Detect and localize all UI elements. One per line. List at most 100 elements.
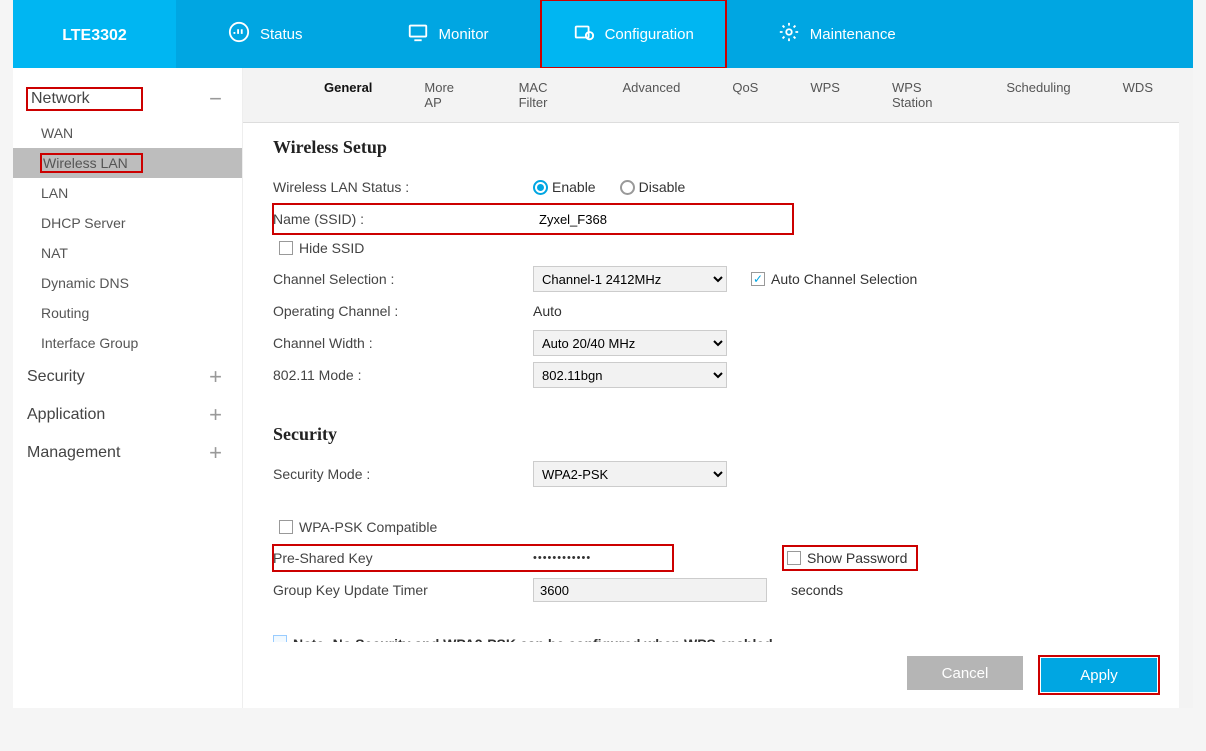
checkbox-box (751, 272, 765, 286)
op-channel-label: Operating Channel : (273, 303, 533, 319)
tab-status[interactable]: Status (176, 0, 355, 68)
main-area: Network − WAN Wireless LAN LAN DHCP Serv… (13, 68, 1193, 708)
footer-bar: Cancel Apply (243, 642, 1179, 708)
sidebar-item-lan[interactable]: LAN (13, 178, 242, 208)
gkt-input[interactable] (533, 578, 767, 602)
expand-icon: + (209, 364, 222, 390)
sidebar-security-label: Security (27, 368, 85, 386)
sidebar-management-label: Management (27, 444, 120, 462)
sidebar-group-application[interactable]: Application + (13, 396, 242, 434)
sidebar-item-wan[interactable]: WAN (13, 118, 242, 148)
gear-icon (778, 21, 800, 47)
top-tabs: Status Monitor Configuration Maintenance (176, 0, 1193, 68)
sidebar-item-ifgroup[interactable]: Interface Group (13, 328, 242, 358)
row-security-mode: Security Mode : WPA2-PSK (273, 459, 1149, 489)
mode-label: 802.11 Mode : (273, 367, 533, 383)
checkbox-box (787, 551, 801, 565)
expand-icon: + (209, 402, 222, 428)
sidebar-item-routing[interactable]: Routing (13, 298, 242, 328)
wireless-setup-heading: Wireless Setup (273, 137, 1149, 158)
psk-label: Pre-Shared Key (273, 550, 533, 566)
security-mode-select[interactable]: WPA2-PSK (533, 461, 727, 487)
wpa-compat-label: WPA-PSK Compatible (299, 519, 437, 535)
gkt-label: Group Key Update Timer (273, 582, 533, 598)
show-password-label: Show Password (807, 550, 907, 566)
row-psk: Pre-Shared Key •••••••••••• Show Passwor… (273, 543, 1149, 573)
hide-ssid-label: Hide SSID (299, 240, 364, 256)
row-group-key: Group Key Update Timer seconds (273, 575, 1149, 605)
tab-configuration-label: Configuration (605, 26, 694, 43)
subtab-wds[interactable]: WDS (1097, 68, 1179, 122)
sidebar-group-network[interactable]: Network − (13, 80, 242, 118)
apply-button[interactable]: Apply (1041, 658, 1157, 692)
channel-width-label: Channel Width : (273, 335, 533, 351)
tab-status-label: Status (260, 26, 303, 43)
auto-channel-checkbox[interactable]: Auto Channel Selection (751, 271, 917, 287)
sidebar-item-nat[interactable]: NAT (13, 238, 242, 268)
subtab-moreap[interactable]: More AP (398, 68, 492, 122)
ssid-label: Name (SSID) : (273, 211, 533, 227)
row-channel-selection: Channel Selection : Channel-1 2412MHz Au… (273, 264, 1149, 294)
sidebar-wireless-lan-label: Wireless LAN (41, 154, 142, 172)
radio-circ (620, 180, 635, 195)
cancel-button[interactable]: Cancel (907, 656, 1023, 690)
row-80211-mode: 802.11 Mode : 802.11bgn (273, 360, 1149, 390)
checkbox-box (279, 520, 293, 534)
enable-label: Enable (552, 179, 596, 195)
wlan-status-label: Wireless LAN Status : (273, 179, 533, 195)
disable-label: Disable (639, 179, 686, 195)
tab-configuration[interactable]: Configuration (541, 0, 726, 68)
expand-icon: + (209, 440, 222, 466)
subtab-qos[interactable]: QoS (706, 68, 784, 122)
tab-monitor[interactable]: Monitor (355, 0, 541, 68)
sidebar-application-label: Application (27, 406, 105, 424)
sub-tabs: General More AP MAC Filter Advanced QoS … (243, 68, 1179, 123)
monitor-icon (407, 21, 429, 47)
security-heading: Security (273, 424, 1149, 445)
collapse-icon: − (209, 86, 222, 112)
channel-select[interactable]: Channel-1 2412MHz (533, 266, 727, 292)
top-nav: LTE3302 Status Monitor Configuration (13, 0, 1193, 68)
row-ssid: Name (SSID) : (273, 204, 793, 234)
ssid-input[interactable] (533, 207, 773, 231)
subtab-scheduling[interactable]: Scheduling (980, 68, 1096, 122)
gkt-unit: seconds (791, 582, 843, 598)
app-window: LTE3302 Status Monitor Configuration (13, 0, 1193, 708)
content-wrap: General More AP MAC Filter Advanced QoS … (243, 68, 1193, 708)
status-icon (228, 21, 250, 47)
channel-sel-label: Channel Selection : (273, 271, 533, 287)
subtab-wps[interactable]: WPS (784, 68, 866, 122)
sidebar-group-security[interactable]: Security + (13, 358, 242, 396)
security-mode-label: Security Mode : (273, 466, 533, 482)
content: Wireless Setup Wireless LAN Status : Ena… (243, 123, 1179, 683)
wpa-compat-checkbox[interactable]: WPA-PSK Compatible (279, 519, 437, 535)
subtab-advanced[interactable]: Advanced (597, 68, 707, 122)
tab-maintenance-label: Maintenance (810, 26, 896, 43)
radio-enable[interactable]: Enable (533, 179, 596, 195)
sidebar-item-dhcp[interactable]: DHCP Server (13, 208, 242, 238)
checkbox-box (279, 241, 293, 255)
show-password-checkbox[interactable]: Show Password (783, 546, 917, 570)
mode-select[interactable]: 802.11bgn (533, 362, 727, 388)
psk-value: •••••••••••• (533, 552, 591, 564)
hide-ssid-checkbox[interactable]: Hide SSID (279, 240, 364, 256)
radio-circ (533, 180, 548, 195)
sidebar-group-management[interactable]: Management + (13, 434, 242, 472)
sidebar-item-ddns[interactable]: Dynamic DNS (13, 268, 242, 298)
tab-monitor-label: Monitor (439, 26, 489, 43)
subtab-macfilter[interactable]: MAC Filter (493, 68, 597, 122)
sidebar-item-wireless-lan[interactable]: Wireless LAN (13, 148, 242, 178)
radio-disable[interactable]: Disable (620, 179, 686, 195)
auto-channel-label: Auto Channel Selection (771, 271, 917, 287)
row-wpa-compat: WPA-PSK Compatible (273, 515, 1149, 541)
row-hide-ssid: Hide SSID (273, 236, 1149, 262)
configuration-icon (573, 21, 595, 47)
tab-maintenance[interactable]: Maintenance (726, 0, 948, 68)
sidebar-network-label: Network (27, 88, 142, 110)
subtab-wpsstation[interactable]: WPS Station (866, 68, 980, 122)
row-channel-width: Channel Width : Auto 20/40 MHz (273, 328, 1149, 358)
brand-tab: LTE3302 (13, 0, 176, 68)
subtab-general[interactable]: General (298, 68, 398, 122)
op-channel-value: Auto (533, 303, 562, 319)
channel-width-select[interactable]: Auto 20/40 MHz (533, 330, 727, 356)
